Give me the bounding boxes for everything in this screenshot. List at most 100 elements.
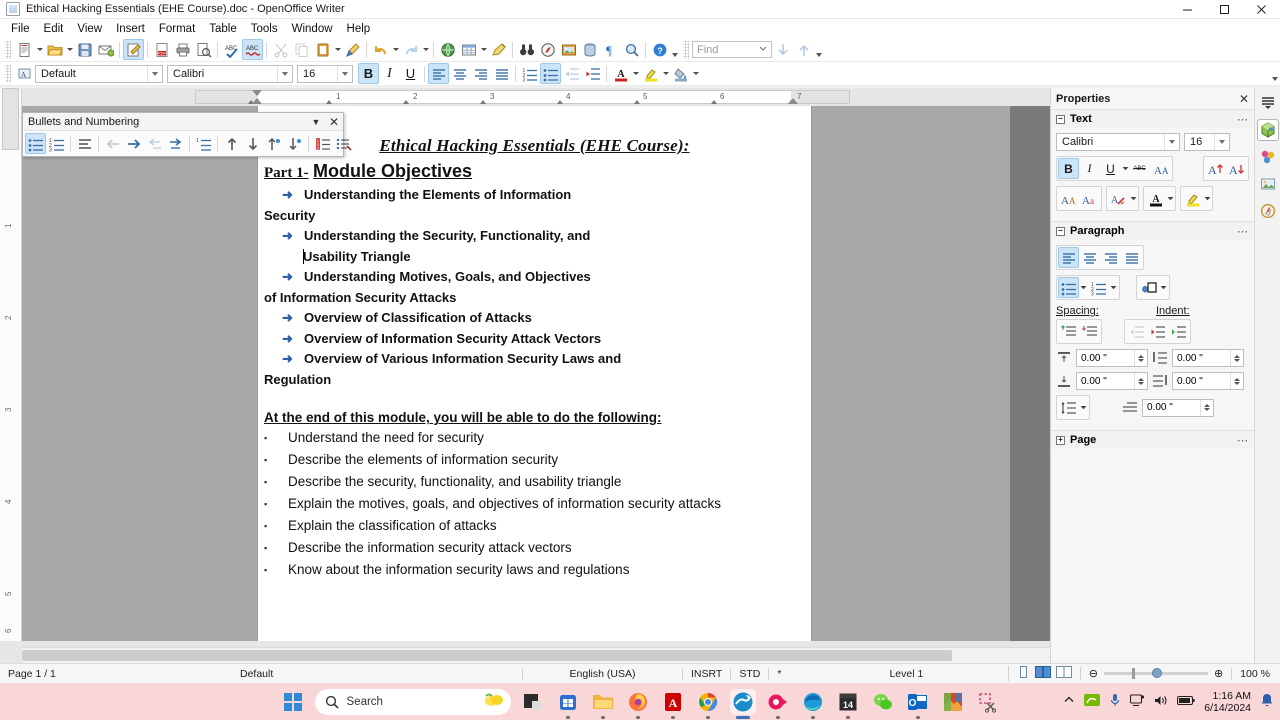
- properties-cube-icon[interactable]: [1256, 119, 1279, 141]
- sidebar-ordered-list-dropdown-icon[interactable]: [1109, 277, 1118, 298]
- sidebar-align-center-button[interactable]: [1079, 247, 1100, 268]
- menu-insert[interactable]: Insert: [109, 21, 152, 37]
- paragraph-style-combo[interactable]: Default: [35, 64, 163, 83]
- new-doc-dropdown-icon[interactable]: [35, 39, 44, 60]
- menu-format[interactable]: Format: [152, 21, 202, 37]
- pdf-icon[interactable]: PDF: [151, 39, 172, 60]
- increase-indent-icon[interactable]: [582, 63, 603, 84]
- numbered-list-icon[interactable]: 123: [519, 63, 540, 84]
- font-color-dropdown-icon[interactable]: [631, 63, 640, 84]
- arrow-up-sub-icon[interactable]: [263, 133, 284, 154]
- menu-file[interactable]: File: [4, 21, 37, 37]
- taskbar-calendar[interactable]: 14: [835, 689, 861, 715]
- bulleted-list-icon[interactable]: [25, 133, 46, 154]
- taskbar-outlook[interactable]: O: [905, 689, 931, 715]
- windows-start-icon[interactable]: [280, 689, 306, 715]
- bold-button[interactable]: B: [358, 63, 379, 84]
- find-toolbar-overflow[interactable]: [814, 39, 824, 60]
- standard-toolbar-overflow[interactable]: [670, 39, 680, 60]
- sidebar-section-text-header[interactable]: − Text ⋯: [1051, 110, 1254, 128]
- expand-icon[interactable]: +: [1056, 435, 1065, 445]
- font-name-dropdown-icon[interactable]: [277, 65, 292, 82]
- list-settings-icon[interactable]: [333, 133, 354, 154]
- sidebar-increase-font-size-button[interactable]: A: [1205, 158, 1226, 179]
- close-button[interactable]: [1243, 0, 1280, 19]
- gallery-image-icon[interactable]: [558, 39, 579, 60]
- sidebar-paragraph-background-button[interactable]: [1138, 277, 1159, 298]
- sidebar-font-name-dropdown-icon[interactable]: [1164, 134, 1179, 150]
- database-icon[interactable]: [579, 39, 600, 60]
- weather-lemon-icon[interactable]: [483, 691, 505, 712]
- align-left-icon[interactable]: [428, 63, 449, 84]
- arrow-down-sub-icon[interactable]: [284, 133, 305, 154]
- undo-arrow-icon[interactable]: [370, 39, 391, 60]
- sidebar-paragraph-background-dropdown-icon[interactable]: [1159, 277, 1168, 298]
- list-item[interactable]: ▪ Explain the motives, goals, and objecti…: [264, 493, 805, 515]
- first-line-indent-marker[interactable]: [252, 90, 262, 96]
- sidebar-font-color-button[interactable]: A: [1145, 188, 1166, 209]
- italic-button[interactable]: I: [379, 63, 400, 84]
- indent-after-stepper[interactable]: [1230, 373, 1243, 389]
- indent-first-line-input[interactable]: 0.00 ": [1142, 398, 1214, 417]
- sidebar-underline-button[interactable]: U: [1100, 158, 1121, 179]
- list-item[interactable]: ▪ Know about the information security law…: [264, 559, 805, 581]
- scissors-icon[interactable]: [270, 39, 291, 60]
- bullets-and-numbering-toolbar[interactable]: Bullets and Numbering ▼ ✕ 123 1 1 2 3: [22, 112, 352, 157]
- vertical-ruler[interactable]: 1 2 3 4 5 6: [0, 88, 22, 641]
- taskbar-adobe-acrobat[interactable]: A: [660, 689, 686, 715]
- tab-stop-marker[interactable]: [557, 100, 563, 104]
- menu-help[interactable]: Help: [340, 21, 378, 37]
- display-icon[interactable]: [1130, 693, 1145, 710]
- navigator-compass-icon[interactable]: [1257, 200, 1279, 222]
- list-item[interactable]: ▪ Describe the elements of information se…: [264, 449, 805, 471]
- email-icon[interactable]: [95, 39, 116, 60]
- pilcrow-icon[interactable]: ¶: [600, 39, 621, 60]
- table-dropdown-icon[interactable]: [479, 39, 488, 60]
- sidebar-close-icon[interactable]: ✕: [1239, 92, 1249, 106]
- decrease-indent-icon[interactable]: [561, 63, 582, 84]
- sidebar-menu-icon[interactable]: [1257, 92, 1279, 114]
- redo-dropdown-icon[interactable]: [421, 39, 430, 60]
- list-item[interactable]: ➜ Overview of Classification of Attacks: [264, 308, 805, 329]
- status-language[interactable]: English (USA): [522, 667, 682, 680]
- zoom-slider-knob[interactable]: [1152, 668, 1162, 678]
- sidebar-font-size-combo[interactable]: 16: [1184, 133, 1230, 151]
- spacing-above-input[interactable]: 0.00 ": [1076, 349, 1148, 367]
- taskbar-screen-recorder[interactable]: [765, 689, 791, 715]
- taskbar-openoffice-writer[interactable]: [729, 688, 756, 715]
- sidebar-superscript-button[interactable]: AA: [1150, 158, 1171, 179]
- left-indent-marker[interactable]: [252, 98, 262, 104]
- document-text[interactable]: Ethical Hacking Essentials (EHE Course):…: [258, 136, 811, 581]
- style-apply-icon[interactable]: A: [14, 63, 35, 84]
- list-item[interactable]: ➜ Understanding Motives, Goals, and Objec…: [264, 267, 805, 308]
- sidebar-line-spacing-dropdown-icon[interactable]: [1079, 397, 1088, 418]
- arrow-right-sub-icon[interactable]: [165, 133, 186, 154]
- abc-check-icon[interactable]: ABC: [221, 39, 242, 60]
- table-grid-icon[interactable]: [458, 39, 479, 60]
- unnumbered-entry-icon[interactable]: 1: [193, 133, 214, 154]
- redo-arrow-icon[interactable]: [400, 39, 421, 60]
- spacing-below-stepper[interactable]: [1134, 373, 1147, 389]
- sidebar-increase-indent-button[interactable]: [1147, 321, 1168, 342]
- zoom-slider-track[interactable]: [1104, 668, 1208, 679]
- find-toolbar-grip[interactable]: [683, 40, 689, 59]
- status-insert-mode[interactable]: INSRT: [682, 667, 730, 680]
- arrow-left-icon[interactable]: [102, 133, 123, 154]
- spacing-above-stepper[interactable]: [1134, 350, 1147, 366]
- sidebar-clear-formatting-button[interactable]: A: [1108, 188, 1129, 209]
- list-item[interactable]: ➜ Overview of Information Security Attack…: [264, 329, 805, 350]
- tab-stop-marker[interactable]: [480, 100, 486, 104]
- list-item[interactable]: ➜ Understanding the Security, Functionali…: [264, 226, 805, 267]
- sidebar-increase-spacing-button[interactable]: [1058, 321, 1079, 342]
- find-dropdown-icon[interactable]: [757, 42, 769, 57]
- highlight-dropdown-icon[interactable]: [661, 63, 670, 84]
- list-item[interactable]: ➜ Understanding the Elements of Informati…: [264, 185, 805, 226]
- sidebar-align-left-button[interactable]: [1058, 247, 1079, 268]
- floating-toolbar-dropdown-icon[interactable]: ▼: [307, 117, 325, 127]
- compass-icon[interactable]: [537, 39, 558, 60]
- sidebar-strikethrough-button[interactable]: ABC: [1129, 158, 1150, 179]
- taskbar-microsoft-edge[interactable]: [800, 689, 826, 715]
- formatting-toolbar-overflow[interactable]: [1270, 63, 1280, 84]
- status-selection-mode[interactable]: STD: [730, 667, 768, 680]
- find-toolbar[interactable]: Find: [692, 41, 772, 58]
